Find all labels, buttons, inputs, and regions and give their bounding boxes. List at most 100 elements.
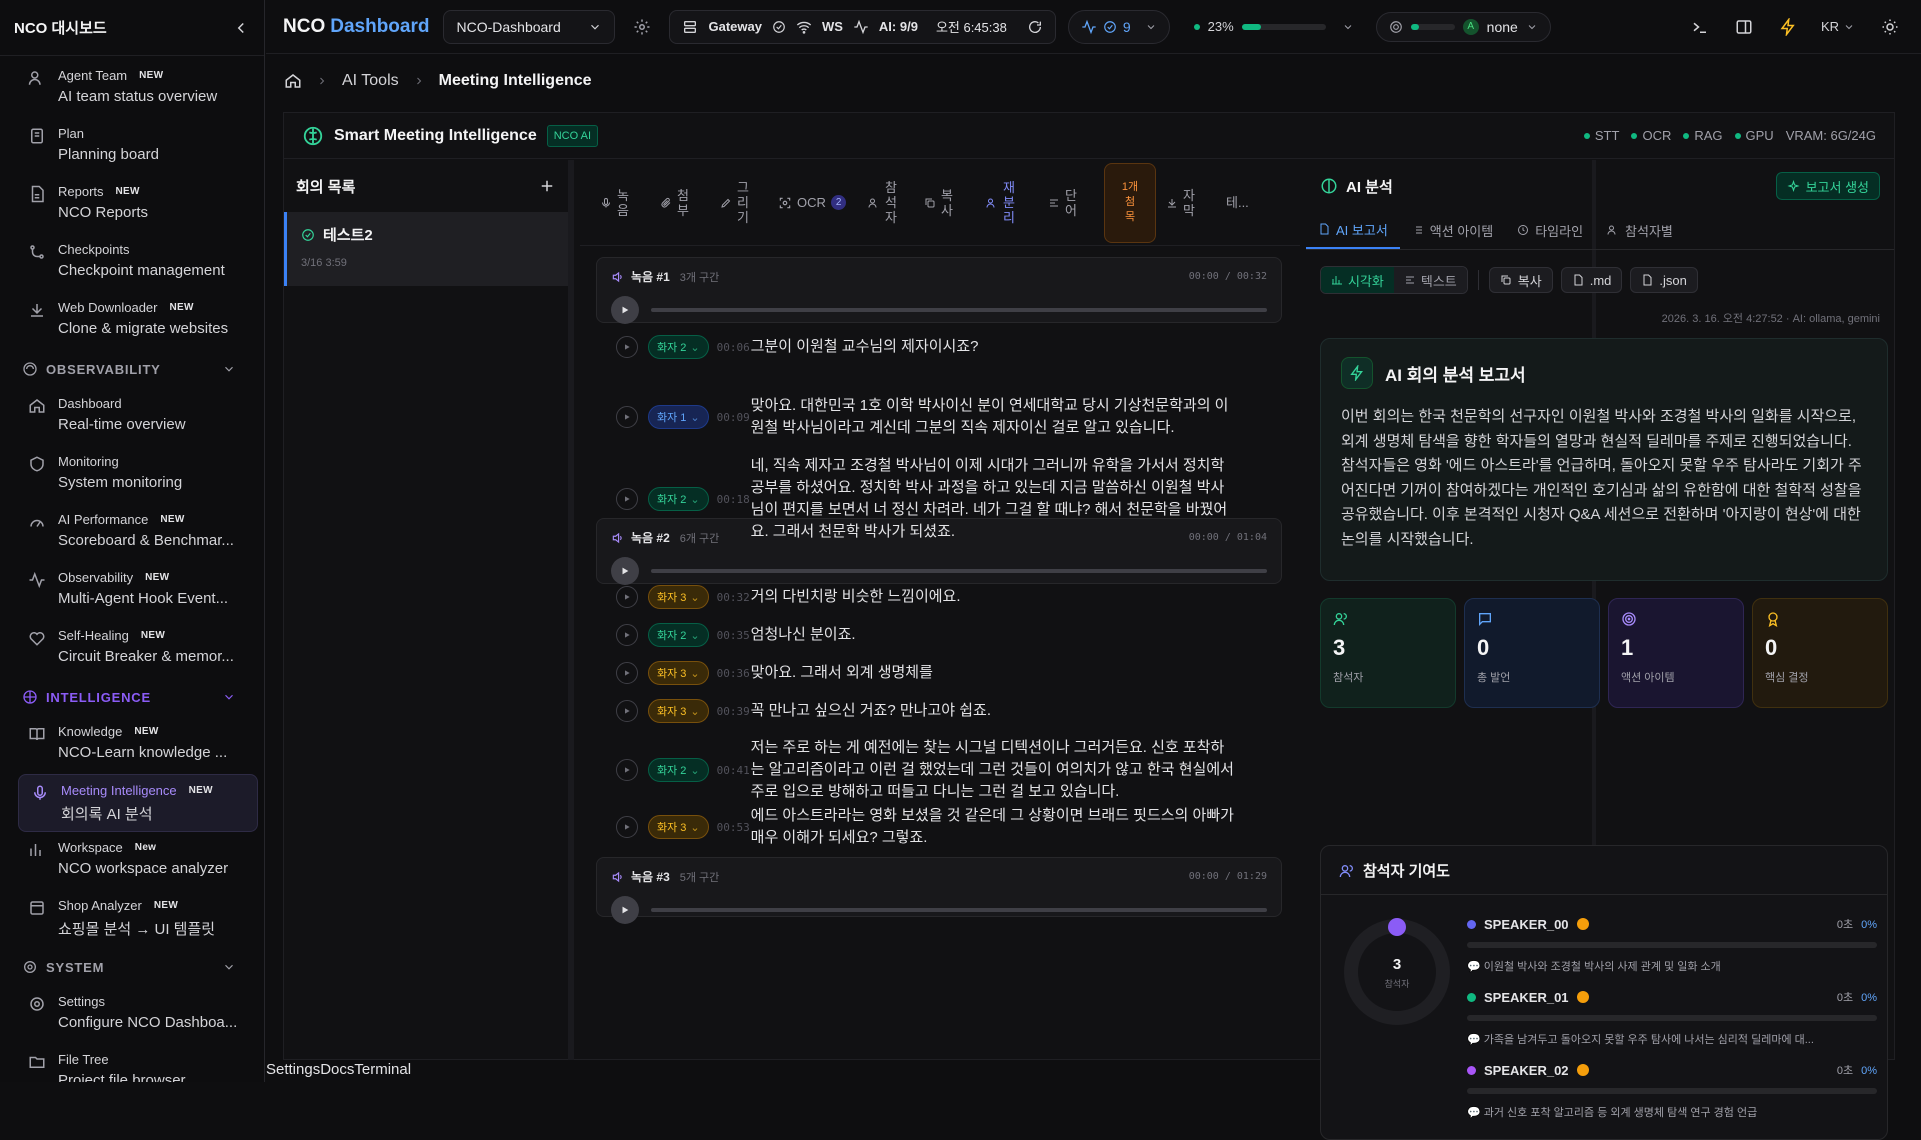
status-group[interactable]: Gateway WS AI: 9/9 오전 6:45:38 bbox=[669, 9, 1056, 44]
terminal-icon[interactable] bbox=[1691, 18, 1709, 36]
view-text-button[interactable]: 텍스트 bbox=[1393, 267, 1467, 293]
tab-ai-report[interactable]: AI 보고서 bbox=[1306, 211, 1400, 249]
participants-button[interactable]: 참 석 자 bbox=[868, 180, 924, 225]
transcript-segment[interactable]: 화자 2 ⌄ 00:41 저는 주로 하는 게 예전에는 찾는 시그널 디텍션이나 그… bbox=[616, 737, 1236, 803]
segment-play-button[interactable] bbox=[616, 624, 638, 646]
meeting-item[interactable]: 테스트2 3/16 3:59 bbox=[284, 212, 568, 286]
rediarize-button[interactable]: 재 분 리 bbox=[986, 180, 1048, 225]
transcript-segment[interactable]: 화자 3 ⌄ 00:36 맞아요. 그래서 외계 생명체를 bbox=[616, 661, 1236, 685]
speaker-row[interactable]: SPEAKER_00 0초 0% 💬 이원철 박사와 조경철 박사의 사제 관계 및 … bbox=[1467, 916, 1877, 974]
play-button[interactable] bbox=[611, 896, 639, 924]
attach-button[interactable]: 첨 부 bbox=[660, 188, 720, 218]
lightning-icon[interactable] bbox=[1779, 17, 1797, 36]
ocr-button[interactable]: OCR 2 bbox=[778, 195, 868, 210]
section-intelligence[interactable]: INTELLIGENCE bbox=[0, 678, 264, 716]
speaker-select[interactable]: 화자 2 ⌄ bbox=[648, 335, 709, 359]
sidebar-item-reports[interactable]: Reports NEW NCO Reports bbox=[0, 176, 264, 234]
segment-play-button[interactable] bbox=[616, 816, 638, 838]
sidebar-item-checkpoints[interactable]: Checkpoints Checkpoint management bbox=[0, 234, 264, 292]
play-button[interactable] bbox=[611, 296, 639, 324]
sidebar-item-self-healing[interactable]: Self-Healing NEW Circuit Breaker & memor..… bbox=[0, 620, 264, 678]
segment-play-button[interactable] bbox=[616, 759, 638, 781]
transcript-segment[interactable]: 화자 2 ⌄ 00:18 네, 직속 제자고 조경철 박사님이 이제 시대가 그러니까… bbox=[616, 455, 1236, 543]
tab-action-items[interactable]: 액션 아이템 bbox=[1400, 211, 1505, 249]
record-button[interactable]: 녹 음 bbox=[600, 188, 660, 218]
sidebar-item-file-tree[interactable]: File Tree Project file browser bbox=[0, 1044, 264, 1082]
transcript-segment[interactable]: 화자 3 ⌄ 00:53 에드 아스트라라는 영화 보셨을 것 같은데 그 상황이면 … bbox=[616, 805, 1236, 849]
sidebar-item-agent-team[interactable]: Agent Team NEW AI team status overview bbox=[0, 60, 264, 118]
speaker-select[interactable]: 화자 2 ⌄ bbox=[648, 623, 709, 647]
speaker-select[interactable]: 화자 3 ⌄ bbox=[648, 815, 709, 839]
segment-play-button[interactable] bbox=[616, 488, 638, 510]
export-json-button[interactable]: .json bbox=[1630, 267, 1698, 293]
speaker-select[interactable]: 화자 1 ⌄ bbox=[648, 405, 709, 429]
export-md-button[interactable]: .md bbox=[1560, 267, 1623, 293]
footer-links[interactable]: SettingsDocsTerminal bbox=[266, 1061, 411, 1078]
sidebar-item-dashboard[interactable]: Dashboard Real-time overview bbox=[0, 388, 264, 446]
speaker-select[interactable]: 화자 3 ⌄ bbox=[648, 699, 709, 723]
section-system[interactable]: SYSTEM bbox=[0, 948, 264, 986]
audio-progress-track[interactable] bbox=[651, 308, 1267, 312]
language-select[interactable]: KR bbox=[1821, 19, 1855, 34]
copy-report-button[interactable]: 복사 bbox=[1488, 267, 1553, 293]
view-visual-button[interactable]: 시각화 bbox=[1321, 267, 1394, 293]
paragraph-button[interactable]: 단 어 bbox=[1048, 188, 1104, 218]
cpu-usage[interactable]: 23% bbox=[1193, 19, 1354, 34]
segment-time: 00:32 bbox=[716, 590, 750, 604]
correction-button[interactable]: 1개 첨 목 bbox=[1104, 162, 1156, 243]
collapse-sidebar-icon[interactable] bbox=[232, 19, 250, 37]
draw-button[interactable]: 그 리 기 bbox=[720, 180, 778, 225]
tab-by-participant[interactable]: 참석자별 bbox=[1595, 211, 1685, 249]
sidebar-item-knowledge[interactable]: Knowledge NEW NCO-Learn knowledge ... bbox=[0, 716, 264, 774]
transcript-segment[interactable]: 화자 3 ⌄ 00:39 꼭 만나고 싶으신 거죠? 만나고야 쉽죠. bbox=[616, 699, 1236, 723]
speaker-select[interactable]: 화자 3 ⌄ bbox=[648, 661, 709, 685]
segment-play-button[interactable] bbox=[616, 700, 638, 722]
speaker-select[interactable]: 화자 2 ⌄ bbox=[648, 758, 709, 782]
settings-icon[interactable] bbox=[633, 18, 651, 36]
segment-play-button[interactable] bbox=[616, 586, 638, 608]
sidebar-item-workspace[interactable]: Workspace New NCO workspace analyzer bbox=[0, 832, 264, 890]
sidebar-item-web-downloader[interactable]: Web Downloader NEW Clone & migrate website… bbox=[0, 292, 264, 350]
workspace-select[interactable]: NCO-Dashboard bbox=[443, 9, 616, 44]
sidebar-item-ai-performance[interactable]: AI Performance NEW Scoreboard & Benchmar..… bbox=[0, 504, 264, 562]
speaker-select[interactable]: 화자 2 ⌄ bbox=[648, 487, 709, 511]
sidebar-item-meeting-intelligence[interactable]: Meeting Intelligence NEW 회의록 AI 분석 bbox=[18, 774, 258, 832]
segment-play-button[interactable] bbox=[616, 406, 638, 428]
segment-play-button[interactable] bbox=[616, 662, 638, 684]
refresh-icon[interactable] bbox=[1027, 19, 1043, 35]
sun-icon[interactable] bbox=[1881, 18, 1899, 36]
add-meeting-icon[interactable] bbox=[538, 177, 556, 195]
segment-text: 네, 직속 제자고 조경철 박사님이 이제 시대가 그러니까 유학을 가서서 정… bbox=[750, 457, 1228, 540]
brand-logo[interactable]: NCO Dashboard bbox=[283, 16, 429, 38]
activity-button[interactable]: 9 bbox=[1067, 9, 1170, 44]
sidebar-item-shop-analyzer[interactable]: Shop Analyzer NEW 쇼핑몰 분석 → UI 템플릿 bbox=[0, 890, 264, 948]
play-button[interactable] bbox=[611, 557, 639, 585]
speaker-select[interactable]: 화자 3 ⌄ bbox=[648, 585, 709, 609]
speaker-row[interactable]: SPEAKER_01 0초 0% 💬 가족을 남겨두고 돌아오지 못할 우주 탐사에 … bbox=[1467, 989, 1877, 1047]
transcript-segment[interactable]: 화자 2 ⌄ 00:35 엄청나신 분이죠. bbox=[616, 623, 1236, 647]
tab-timeline[interactable]: 타임라인 bbox=[1505, 211, 1595, 249]
sidebar-item-observability[interactable]: Observability NEW Multi-Agent Hook Event..… bbox=[0, 562, 264, 620]
sidebar-item-plan[interactable]: Plan Planning board bbox=[0, 118, 264, 176]
transcript-segment[interactable]: 화자 3 ⌄ 00:32 거의 다빈치랑 비슷한 느낌이에요. bbox=[616, 585, 1236, 609]
audio-progress-track[interactable] bbox=[651, 569, 1267, 573]
sidebar-item-monitoring[interactable]: Monitoring System monitoring bbox=[0, 446, 264, 504]
more-button[interactable]: 테... bbox=[1226, 195, 1249, 210]
home-icon[interactable] bbox=[284, 72, 302, 90]
copy-button[interactable]: 복 사 bbox=[924, 188, 986, 218]
speaker-row[interactable]: SPEAKER_02 0초 0% 💬 과거 신호 포착 알고리즘 등 외계 생명체 탐… bbox=[1467, 1062, 1877, 1120]
speaker-bar bbox=[1467, 1088, 1877, 1094]
model-select[interactable]: A none bbox=[1375, 11, 1551, 42]
breadcrumb-parent[interactable]: AI Tools bbox=[342, 72, 399, 90]
segment-play-button[interactable] bbox=[616, 336, 638, 358]
generate-report-button[interactable]: 보고서 생성 bbox=[1775, 172, 1880, 200]
subtitle-button[interactable]: 자 막 bbox=[1166, 188, 1226, 218]
sidebar-item-row: Monitoring bbox=[58, 452, 250, 470]
section-observability[interactable]: OBSERVABILITY bbox=[0, 350, 264, 388]
panel-icon[interactable] bbox=[1735, 18, 1753, 36]
audio-progress-track[interactable] bbox=[651, 908, 1267, 912]
transcript-segment[interactable]: 화자 1 ⌄ 00:09 맞아요. 대한민국 1호 이학 박사이신 분이 연세대학교 … bbox=[616, 395, 1236, 439]
sidebar-item-settings[interactable]: Settings Configure NCO Dashboa... bbox=[0, 986, 264, 1044]
transcript-segment[interactable]: 화자 2 ⌄ 00:06 그분이 이원철 교수님의 제자이시죠? bbox=[616, 335, 1236, 359]
sidebar-item-desc: NCO-Learn knowledge ... bbox=[58, 744, 228, 761]
